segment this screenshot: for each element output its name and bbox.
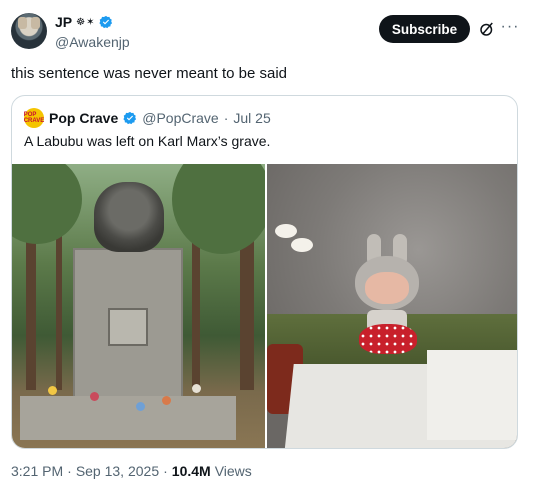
labubu-face (364, 272, 409, 304)
quoted-author-avatar[interactable]: POP CRAVE (24, 108, 44, 128)
author-avatar[interactable] (11, 13, 47, 49)
tweet-footer: 3:21 PM · Sep 13, 2025 · 10.4M Views (11, 463, 252, 479)
author-name-glyphs: ☸✶ (76, 16, 96, 28)
tweet-text: this sentence was never meant to be said (11, 65, 287, 82)
lily-flower (274, 224, 297, 238)
quoted-tweet-date[interactable]: Jul 25 (233, 110, 270, 126)
views-count: 10.4M (171, 463, 211, 479)
meta-separator: · (163, 463, 168, 479)
author-name-row[interactable]: JP ☸✶ (55, 14, 113, 30)
lily-flower (290, 238, 313, 252)
quoted-author-name[interactable]: Pop Crave (49, 110, 118, 126)
paper-note (426, 350, 517, 440)
quoted-tweet[interactable]: POP CRAVE Pop Crave @PopCrave · Jul 25 A… (11, 95, 518, 449)
avatar-ear (18, 17, 27, 29)
grok-icon[interactable] (478, 20, 496, 38)
grave-base (20, 396, 236, 440)
views-label: Views (214, 463, 252, 479)
flower (162, 396, 171, 405)
labubu-photo[interactable] (266, 164, 517, 448)
avatar-ear (31, 17, 40, 29)
flower (48, 386, 57, 395)
flower (136, 402, 145, 411)
author-name[interactable]: JP (55, 14, 72, 30)
verified-badge-icon (123, 111, 137, 125)
labubu-skirt (358, 324, 417, 354)
marx-bust (94, 182, 164, 252)
verified-badge-icon (99, 15, 113, 29)
tweet-date[interactable]: Sep 13, 2025 (76, 463, 159, 479)
foliage (12, 164, 82, 244)
quoted-media-grid (12, 164, 517, 448)
grave-plaque (108, 308, 148, 346)
flower (192, 384, 201, 393)
meta-separator: · (67, 463, 72, 479)
tweet-time[interactable]: 3:21 PM (11, 463, 63, 479)
author-handle[interactable]: @Awakenjp (55, 34, 130, 50)
quoted-tweet-text: A Labubu was left on Karl Marx’s grave. (24, 133, 271, 149)
meta-separator: · (223, 110, 229, 126)
quoted-author-handle[interactable]: @PopCrave (142, 110, 218, 126)
flower (90, 392, 99, 401)
quoted-tweet-header: POP CRAVE Pop Crave @PopCrave · Jul 25 (24, 108, 271, 128)
foliage (172, 164, 265, 254)
more-icon[interactable]: ··· (500, 17, 520, 37)
grave-photo[interactable] (12, 164, 265, 448)
subscribe-button[interactable]: Subscribe (379, 15, 470, 43)
